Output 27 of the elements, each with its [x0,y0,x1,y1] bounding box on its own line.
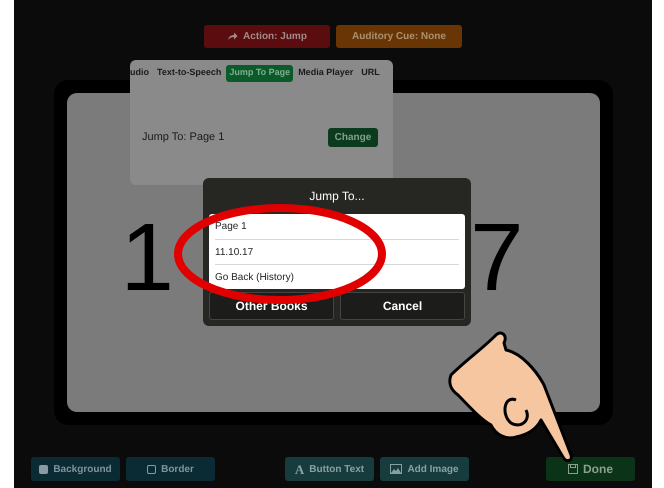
background-button[interactable]: Background [31,457,120,481]
square-icon [39,464,48,474]
add-image-button[interactable]: Add Image [380,457,469,481]
action-tab[interactable]: udio [130,64,152,82]
dialog-title: Jump To... [309,188,365,203]
preview-text: 1 [120,210,174,306]
jump-option[interactable]: 11.10.17 [215,244,254,260]
preview-text: 7 [470,210,524,306]
jump-option[interactable]: Go Back (History) [215,270,294,284]
square-outline-icon [147,464,156,474]
auditory-cue-button[interactable]: Auditory Cue: None [336,25,462,48]
jump-target-label: Jump To: Page 1 [142,130,224,146]
action-tab[interactable]: URL [358,64,383,82]
image-icon [390,464,402,474]
save-icon [568,464,578,474]
share-arrow-icon [227,32,238,41]
change-button[interactable]: Change [328,128,378,147]
button-text-button[interactable]: A Button Text [285,457,374,481]
action-button[interactable]: Action: Jump [204,25,330,48]
done-button[interactable]: Done [546,457,635,481]
action-tab[interactable]: Text-to-Speech [154,64,224,82]
action-tab[interactable]: Jump To Page [226,64,294,82]
dialog-button[interactable]: Cancel [340,292,465,320]
action-tab[interactable]: Media Player [295,64,356,82]
jump-option[interactable]: Page 1 [215,219,247,234]
border-button[interactable]: Border [126,457,215,481]
letter-icon: A [294,462,304,476]
